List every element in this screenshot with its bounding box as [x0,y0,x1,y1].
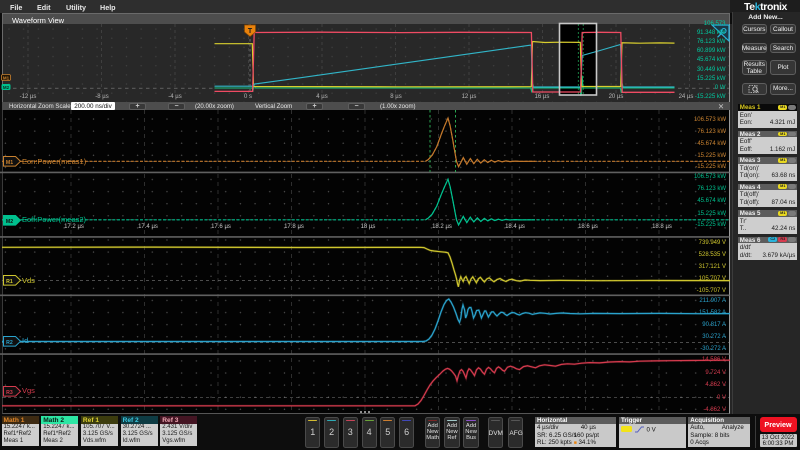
svg-text:R2: R2 [6,339,13,345]
svg-text:M1: M1 [6,160,13,166]
svg-text:R1: R1 [6,279,13,285]
svg-text:R3: R3 [6,389,13,395]
svg-text:M2: M2 [6,218,13,224]
